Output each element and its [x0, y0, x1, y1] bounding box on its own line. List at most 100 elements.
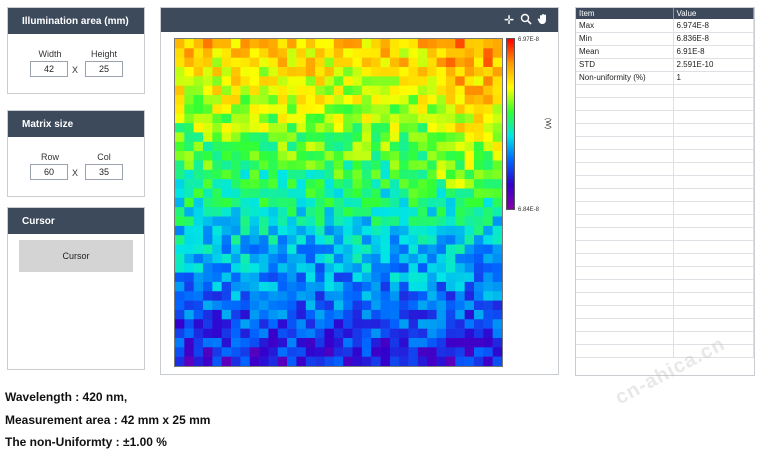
heatmap-cell — [380, 197, 391, 208]
heatmap-cell — [464, 197, 475, 208]
heatmap-cell — [203, 309, 213, 320]
row-input[interactable] — [30, 164, 68, 180]
heatmap-cell — [305, 300, 316, 311]
heatmap-cell — [193, 67, 204, 77]
heatmap-cell — [259, 48, 269, 58]
heatmap-cell — [408, 169, 419, 180]
heatmap-cell — [324, 216, 335, 227]
width-input[interactable] — [30, 61, 68, 77]
col-input[interactable] — [85, 164, 123, 180]
heatmap-cell — [380, 57, 391, 68]
heatmap-cell — [268, 197, 279, 208]
heatmap-cell — [305, 337, 316, 348]
heatmap-cell — [483, 272, 493, 283]
heatmap-cell — [315, 95, 325, 105]
heatmap-cell — [193, 216, 204, 227]
heatmap-cell — [296, 225, 307, 236]
heatmap-cell — [464, 169, 475, 180]
heatmap-cell — [361, 207, 372, 217]
heatmap-cell — [287, 319, 297, 329]
heatmap-cell — [296, 104, 307, 115]
height-input[interactable] — [85, 61, 123, 77]
heatmap-cell — [361, 197, 372, 208]
heatmap-cell — [231, 39, 241, 49]
heatmap-cell — [305, 272, 316, 283]
heatmap-cell — [324, 356, 335, 367]
crosshair-icon[interactable]: ✛ — [502, 13, 516, 27]
heatmap-cell — [399, 151, 409, 161]
heatmap-cell — [175, 225, 185, 236]
heatmap-cell — [324, 104, 335, 115]
heatmap-cell — [492, 48, 503, 58]
heatmap-cell — [380, 67, 391, 77]
heatmap-cell — [305, 356, 316, 367]
intensity-heatmap[interactable] — [174, 38, 503, 367]
heatmap-cell — [324, 309, 335, 320]
heatmap-cell — [240, 216, 251, 227]
heatmap-cell — [333, 48, 344, 58]
heatmap-cell — [483, 188, 493, 199]
heatmap-cell — [268, 337, 279, 348]
heatmap-cell — [296, 272, 307, 283]
heatmap-cell — [287, 169, 297, 180]
heatmap-cell — [445, 263, 456, 273]
heatmap-cell — [175, 291, 185, 301]
heatmap-cell — [492, 244, 503, 255]
cursor-button[interactable]: Cursor — [19, 240, 133, 272]
heatmap-cell — [408, 272, 419, 283]
heatmap-cell — [455, 104, 465, 115]
heatmap-cell — [268, 356, 279, 367]
heatmap-cell — [436, 67, 447, 77]
heatmap-cell — [184, 300, 194, 311]
pan-hand-icon[interactable] — [536, 13, 550, 27]
heatmap-cell — [389, 67, 400, 77]
heatmap-cell — [221, 235, 232, 245]
heatmap-cell — [203, 263, 213, 273]
heatmap-cell — [305, 244, 316, 255]
heatmap-cell — [473, 291, 484, 301]
heatmap-cell — [184, 197, 194, 208]
heatmap-cell — [203, 141, 213, 152]
heatmap-cell — [399, 188, 409, 199]
heatmap-cell — [259, 76, 269, 87]
empty-cell — [673, 305, 754, 319]
heatmap-cell — [315, 57, 325, 68]
heatmap-cell — [315, 216, 325, 227]
heatmap-cell — [193, 39, 204, 49]
heatmap-cell — [333, 263, 344, 273]
heatmap-cell — [240, 253, 251, 264]
table-row-empty — [576, 292, 754, 306]
heatmap-cell — [455, 188, 465, 199]
heatmap-cell — [268, 39, 279, 49]
heatmap-cell — [427, 244, 437, 255]
heatmap-cell — [249, 263, 260, 273]
table-row-empty — [576, 214, 754, 228]
heatmap-cell — [352, 48, 363, 58]
heatmap-cell — [352, 244, 363, 255]
heatmap-cell — [352, 263, 363, 273]
heatmap-cell — [464, 347, 475, 357]
heatmap-cell — [175, 179, 185, 189]
heatmap-cell — [455, 216, 465, 227]
empty-cell — [576, 149, 674, 163]
heatmap-cell — [203, 85, 213, 96]
heatmap-cell — [408, 188, 419, 199]
empty-cell — [576, 266, 674, 280]
heatmap-cell — [184, 104, 194, 115]
heatmap-cell — [277, 207, 288, 217]
zoom-icon[interactable] — [519, 13, 533, 27]
heatmap-cell — [231, 253, 241, 264]
heatmap-cell — [193, 272, 204, 283]
heatmap-cell — [427, 85, 437, 96]
heatmap-cell — [315, 272, 325, 283]
heatmap-cell — [427, 356, 437, 367]
heatmap-cell — [296, 319, 307, 329]
heatmap-cell — [259, 179, 269, 189]
heatmap-cell — [436, 169, 447, 180]
heatmap-cell — [296, 300, 307, 311]
heatmap-cell — [315, 263, 325, 273]
empty-cell — [673, 318, 754, 332]
heatmap-cell — [203, 57, 213, 68]
heatmap-cell — [259, 225, 269, 236]
heatmap-cell — [268, 319, 279, 329]
